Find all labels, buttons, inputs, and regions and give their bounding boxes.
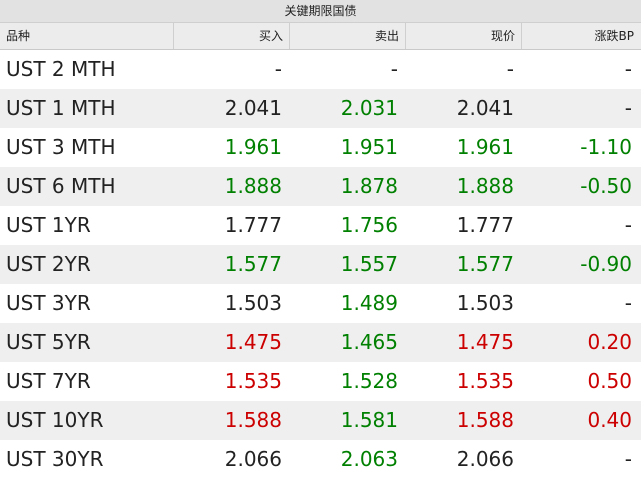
bond-name-cell: UST 30YR (6, 447, 104, 471)
bid-cell: 2.041 (224, 96, 282, 120)
bond-name-cell: UST 3 MTH (6, 135, 116, 159)
ask-cell: 2.031 (340, 96, 398, 120)
last-price-cell: - (506, 57, 514, 81)
table-row[interactable]: UST 3YR 1.503 1.489 1.503 - (0, 284, 641, 323)
bond-name-cell: UST 5YR (6, 330, 91, 354)
bid-cell: 1.577 (224, 252, 282, 276)
bid-cell: 1.588 (224, 408, 282, 432)
bid-cell: 1.777 (224, 213, 282, 237)
last-price-cell: 2.041 (456, 96, 514, 120)
ask-cell: 1.489 (340, 291, 398, 315)
ask-cell: - (390, 57, 398, 81)
bond-name-cell: UST 6 MTH (6, 174, 116, 198)
table-row[interactable]: UST 3 MTH 1.961 1.951 1.961 -1.10 (0, 128, 641, 167)
ask-cell: 2.063 (340, 447, 398, 471)
change-bp-cell: 0.50 (587, 369, 632, 393)
last-price-cell: 1.475 (456, 330, 514, 354)
bond-name-cell: UST 3YR (6, 291, 91, 315)
bid-cell: 1.475 (224, 330, 282, 354)
bid-cell: 1.503 (224, 291, 282, 315)
change-bp-cell: -0.90 (580, 252, 632, 276)
last-price-cell: 1.777 (456, 213, 514, 237)
table-row[interactable]: UST 6 MTH 1.888 1.878 1.888 -0.50 (0, 167, 641, 206)
table-header: 品种 买入 卖出 现价 涨跌BP (0, 23, 641, 50)
change-bp-cell: -0.50 (580, 174, 632, 198)
last-price-cell: 1.888 (456, 174, 514, 198)
change-bp-cell: - (624, 213, 632, 237)
ask-cell: 1.528 (340, 369, 398, 393)
bid-cell: - (274, 57, 282, 81)
bond-name-cell: UST 7YR (6, 369, 91, 393)
bond-name-cell: UST 2YR (6, 252, 91, 276)
last-price-cell: 1.588 (456, 408, 514, 432)
quote-table-body: UST 2 MTH - - - - UST 1 MTH 2.041 2.031 2.041- US… (0, 50, 641, 479)
bid-cell: 1.961 (224, 135, 282, 159)
table-row[interactable]: UST 2YR 1.577 1.557 1.577 -0.90 (0, 245, 641, 284)
bond-name-cell: UST 10YR (6, 408, 104, 432)
change-bp-cell: - (624, 57, 632, 81)
ask-cell: 1.756 (340, 213, 398, 237)
ask-cell: 1.951 (340, 135, 398, 159)
panel-title: 关键期限国债 (0, 0, 641, 23)
treasury-quote-panel: 关键期限国债 品种 买入 卖出 现价 涨跌BP UST 2 MTH - - - - UST… (0, 0, 641, 491)
last-price-cell: 1.961 (456, 135, 514, 159)
bond-name-cell: UST 1YR (6, 213, 91, 237)
bond-name-cell: UST 2 MTH (6, 57, 116, 81)
change-bp-cell: - (624, 447, 632, 471)
table-row[interactable]: UST 10YR 1.588 1.581 1.588 0.40 (0, 401, 641, 440)
ask-cell: 1.465 (340, 330, 398, 354)
column-header-ask[interactable]: 卖出 (290, 23, 406, 49)
column-header-name[interactable]: 品种 (0, 23, 174, 49)
last-price-cell: 1.503 (456, 291, 514, 315)
ask-cell: 1.557 (340, 252, 398, 276)
change-bp-cell: 0.20 (587, 330, 632, 354)
bond-name-cell: UST 1 MTH (6, 96, 116, 120)
bid-cell: 2.066 (224, 447, 282, 471)
last-price-cell: 2.066 (456, 447, 514, 471)
column-header-last[interactable]: 现价 (406, 23, 522, 49)
bid-cell: 1.535 (224, 369, 282, 393)
change-bp-cell: - (624, 96, 632, 120)
table-row[interactable]: UST 1 MTH 2.041 2.031 2.041 - (0, 89, 641, 128)
table-row[interactable]: UST 1YR 1.777 1.756 1.777 - (0, 206, 641, 245)
table-row[interactable]: UST 2 MTH - - - - (0, 50, 641, 89)
change-bp-cell: - (624, 291, 632, 315)
last-price-cell: 1.577 (456, 252, 514, 276)
column-header-bid[interactable]: 买入 (174, 23, 290, 49)
bid-cell: 1.888 (224, 174, 282, 198)
last-price-cell: 1.535 (456, 369, 514, 393)
ask-cell: 1.878 (340, 174, 398, 198)
ask-cell: 1.581 (340, 408, 398, 432)
table-row[interactable]: UST 30YR 2.066 2.063 2.066 - (0, 440, 641, 479)
change-bp-cell: 0.40 (587, 408, 632, 432)
table-row[interactable]: UST 5YR 1.475 1.465 1.475 0.20 (0, 323, 641, 362)
column-header-change-bp[interactable]: 涨跌BP (522, 23, 640, 49)
table-row[interactable]: UST 7YR 1.535 1.528 1.535 0.50 (0, 362, 641, 401)
change-bp-cell: -1.10 (580, 135, 632, 159)
